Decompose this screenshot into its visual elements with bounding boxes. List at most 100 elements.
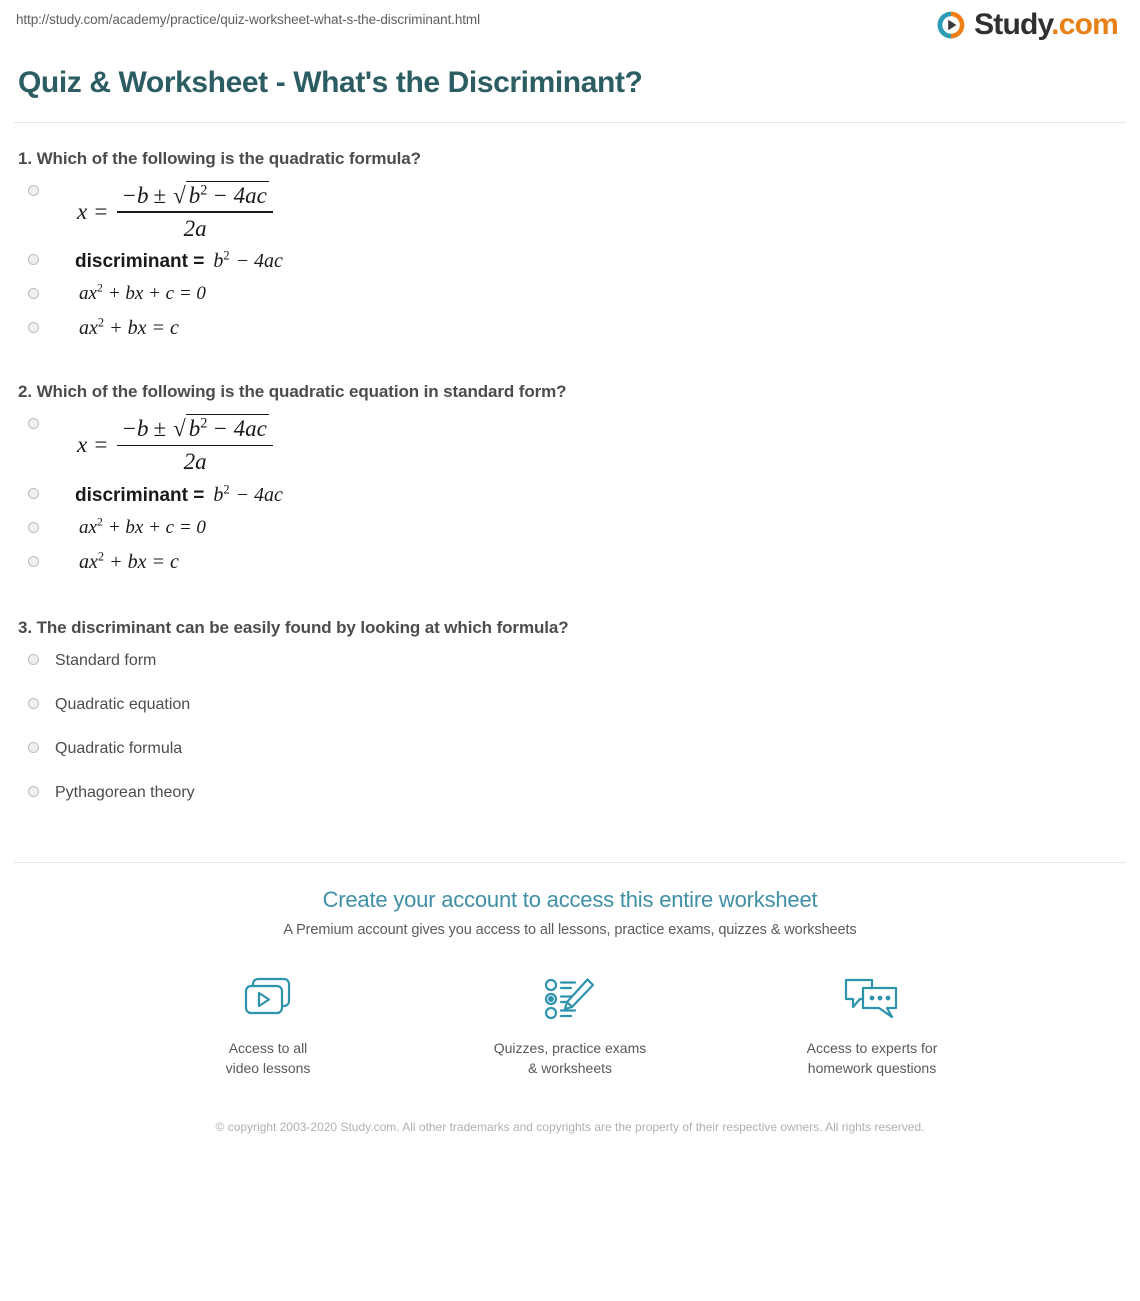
create-account-link[interactable]: Create your account to access this entir… [323,887,818,913]
feature-label-line1: Quizzes, practice exams [493,1039,647,1056]
expr-tail: − 4ac [235,483,283,506]
feature-label: Access to experts for homework questions [777,1038,967,1079]
feature-label-line1: Access to all [228,1039,308,1056]
page-title: Quiz & Worksheet - What's the Discrimina… [18,66,643,99]
expr-base: ax [79,317,98,340]
radio-button[interactable] [28,487,39,499]
question-prompt-2: 2. Which of the following is the quadrat… [18,382,567,402]
feature-video-lessons: Access to all video lessons [173,970,363,1079]
radicand-base: b [188,183,201,208]
option-3-3[interactable]: Quadratic formula [14,732,1126,776]
standard-form-math: ax2 + bx = c [55,548,179,574]
feature-label-line1: Access to experts for [806,1039,938,1056]
expr-exponent: 2 [223,248,230,263]
option-content: ax2 + bx = c [55,546,179,574]
radicand-base: b [188,416,201,442]
option-3-2[interactable]: Quadratic equation [14,688,1126,732]
expr-tail: + bx + c = 0 [107,516,206,538]
radicand: b2− 4ac [185,181,269,209]
discriminant-label: discriminant = [75,484,205,506]
feature-label-line2: video lessons [225,1060,311,1077]
option-content: discriminant = b2 − 4ac [55,244,283,273]
option-1-2[interactable]: discriminant = b2 − 4ac [14,244,1126,278]
fraction: −b ± √ b2− 4ac 2a [117,414,273,475]
option-2-1[interactable]: x = −b ± √ b2− 4ac 2a [14,408,1126,477]
feature-label: Quizzes, practice exams & worksheets [475,1038,665,1079]
study-com-logo[interactable]: Study.com [935,8,1119,42]
option-3-4[interactable]: Pythagorean theory [14,776,1126,820]
expr-base: ax [79,550,98,573]
option-3-1[interactable]: Standard form [14,644,1126,688]
option-label: Pythagorean theory [55,783,195,801]
radicand-tail: − 4ac [212,183,267,208]
radicand: b2− 4ac [185,414,269,442]
discriminant-label: discriminant = [75,251,205,273]
standard-form-math: ax2 + bx + c = 0 [55,514,206,539]
feature-quizzes: Quizzes, practice exams & worksheets [475,970,665,1079]
radicand-tail: − 4ac [212,416,267,442]
formula-lhs: x = [77,198,109,224]
question-prompt-3: 3. The discriminant can be easily found … [18,617,569,637]
radio-button[interactable] [28,185,39,196]
option-1-1[interactable]: x = −b ± √ b2− 4ac 2a [14,175,1126,244]
expr-exponent: 2 [96,282,103,296]
option-2-4[interactable]: ax2 + bx = c [14,546,1126,580]
quadratic-formula-math: x = −b ± √ b2− 4ac 2a [55,410,273,477]
discriminant-math: discriminant = b2 − 4ac [55,246,283,273]
option-1-4[interactable]: ax2 + bx = c [14,312,1126,346]
radio-button[interactable] [28,521,39,533]
option-1-3[interactable]: ax2 + bx + c = 0 [14,278,1126,312]
fraction-numerator: −b ± √ b2− 4ac [117,181,272,211]
expr-base: ax [79,283,97,305]
sqrt-glyph: √ [173,416,186,442]
feature-label: Access to all video lessons [173,1038,363,1079]
radio-button[interactable] [28,653,39,665]
feature-label-line2: & worksheets [527,1060,613,1077]
option-content: ax2 + bx = c [55,312,179,340]
copyright-text: © copyright 2003-2020 Study.com. All oth… [215,1120,925,1135]
radio-button[interactable] [28,322,39,334]
radio-button[interactable] [28,785,39,797]
option-content: ax2 + bx + c = 0 [55,278,206,305]
radicand-exponent: 2 [200,182,208,199]
expr-tail: + bx + c = 0 [107,283,206,305]
question-block-1: 1. Which of the following is the quadrat… [14,149,1126,346]
standard-form-math: ax2 + bx = c [55,314,179,340]
expr-base: ax [79,516,97,538]
num-pm: ± [153,183,167,208]
feature-label-line2: homework questions [807,1060,937,1077]
option-content: x = −b ± √ b2− 4ac 2a [55,408,273,477]
expr-tail: + bx = c [109,550,179,573]
radio-button[interactable] [28,254,39,266]
play-circle-icon [937,11,965,39]
question-prompt-1: 1. Which of the following is the quadrat… [18,149,421,168]
title-divider [14,122,1126,123]
question-block-2: 2. Which of the following is the quadrat… [14,382,1126,579]
radio-button[interactable] [28,697,39,709]
radical-sign: √ b2− 4ac [171,181,269,209]
standard-form-math: ax2 + bx + c = 0 [55,280,206,305]
expr-exponent: 2 [96,515,103,529]
quiz-body: 1. Which of the following is the quadrat… [0,149,1140,820]
option-content: discriminant = b2 − 4ac [55,478,283,507]
question-block-3: 3. The discriminant can be easily found … [14,618,1126,820]
option-2-2[interactable]: discriminant = b2 − 4ac [14,478,1126,512]
radio-button[interactable] [28,741,39,753]
expr-exponent: 2 [223,482,230,497]
radio-button[interactable] [28,418,39,430]
logo-name: Study [974,8,1052,41]
num-term-1: −b [121,183,149,208]
option-content: Pythagorean theory [55,776,195,802]
option-content: ax2 + bx + c = 0 [55,512,206,539]
option-2-3[interactable]: ax2 + bx + c = 0 [14,512,1126,546]
radicand-exponent: 2 [200,415,208,432]
radio-button[interactable] [28,555,39,567]
chat-bubbles-icon [777,970,967,1028]
radio-button[interactable] [28,288,39,300]
formula-lhs: x = [77,432,109,458]
option-content: Quadratic equation [55,688,190,714]
option-content: Standard form [55,644,156,670]
num-pm: ± [153,416,167,442]
expr-exponent: 2 [97,549,105,564]
fraction-denominator: 2a [183,215,207,241]
